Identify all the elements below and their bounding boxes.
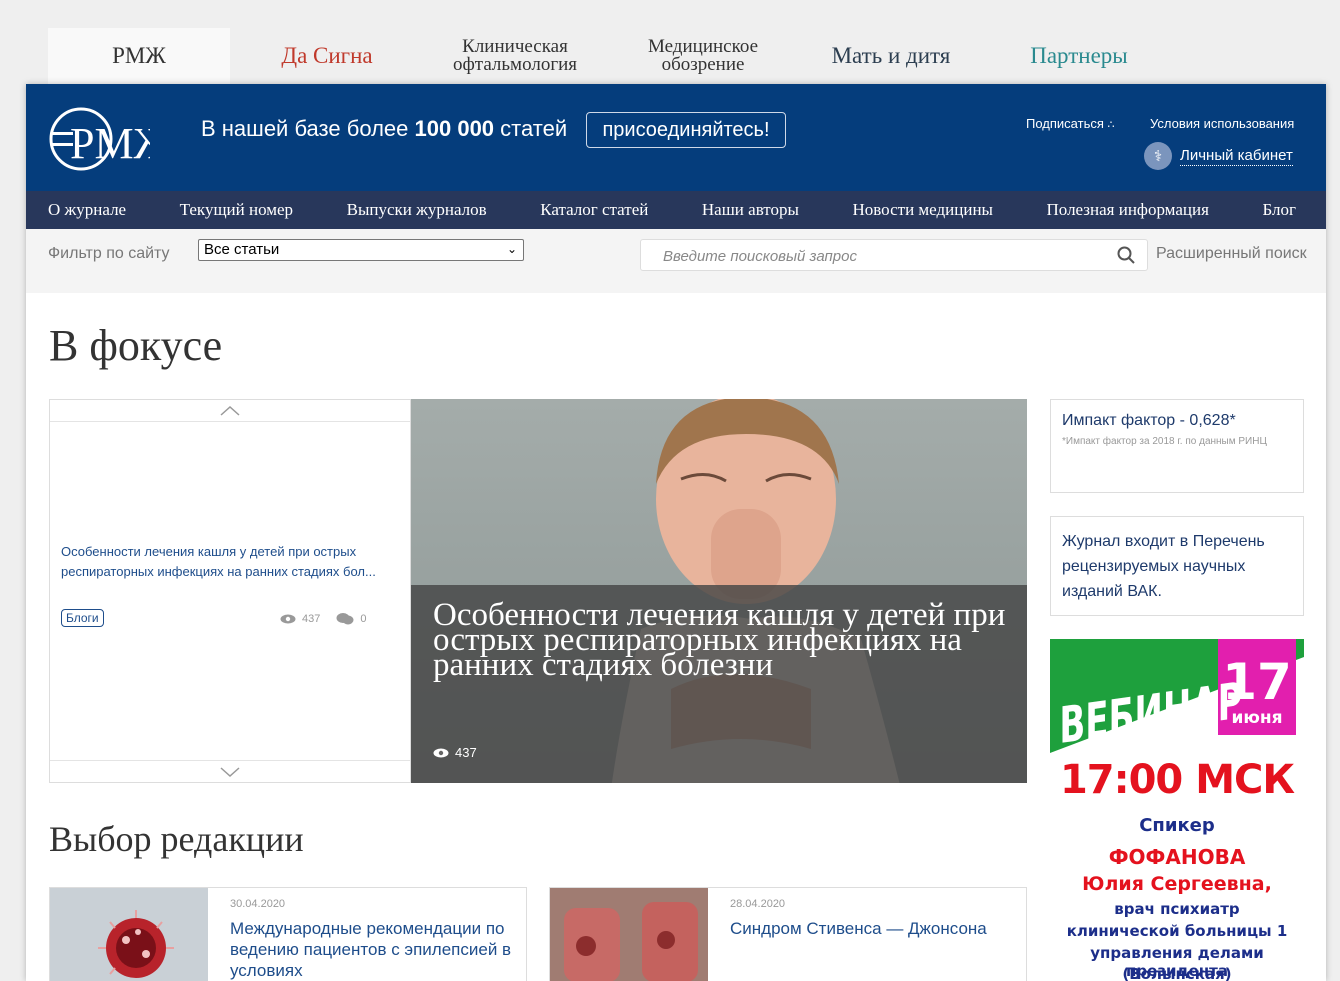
slider-item-title[interactable]: Особенности лечения кашля у детей при ос… <box>61 542 401 582</box>
filter-label: Фильтр по сайту <box>48 245 170 262</box>
filter-select[interactable]: Все статьи ⌄ <box>198 239 524 261</box>
chevron-up-icon <box>220 405 240 416</box>
eye-icon <box>280 614 296 624</box>
chevron-down-icon <box>220 766 240 777</box>
logo-text: РМЖ <box>70 119 150 168</box>
rss-icon: ∴ <box>1107 119 1115 131</box>
focus-heading: В фокусе <box>49 321 223 370</box>
webinar-speaker-surname: ФОФАНОВА <box>1108 845 1246 869</box>
webinar-banner[interactable]: ВЕБИНАР 17 июня 17:00 МСК Спикер ФОФАНОВ… <box>1050 639 1304 981</box>
webinar-speaker-label: Спикер <box>1139 815 1215 836</box>
site-tab-label: Мать и дитя <box>831 43 951 68</box>
site-tab-ophthalmology[interactable]: Клиническая офтальмология <box>424 28 606 84</box>
eye-icon <box>433 748 449 757</box>
nav-item-current-issue[interactable]: Текущий номер <box>180 200 293 220</box>
chevron-down-icon: ⌄ <box>506 242 517 256</box>
nav-item-about[interactable]: О журнале <box>48 200 126 220</box>
site-tabs: РМЖ Да Сигна Клиническая офтальмология М… <box>48 28 1176 84</box>
filter-selected-value: Все статьи <box>204 241 280 258</box>
comments-count: 0 <box>360 613 367 625</box>
caduceus-icon: ⚕ <box>1144 142 1172 170</box>
webinar-time: 17:00 МСК <box>1059 757 1295 803</box>
article-title[interactable]: Международные рекомендации по ведению па… <box>230 918 520 981</box>
article-date: 28.04.2020 <box>730 898 786 910</box>
site-tab-med-review[interactable]: Медицинское обозрение <box>612 28 794 84</box>
webinar-speaker-name: Юлия Сергеевна, <box>1082 873 1272 895</box>
advanced-search-link[interactable]: Расширенный поиск <box>1156 245 1307 263</box>
tag-badge[interactable]: Блоги <box>61 609 104 627</box>
webinar-speaker-line2: клинической больницы 1 <box>1066 922 1288 940</box>
article-card[interactable]: 28.04.2020 Синдром Стивенса — Джонсона <box>549 887 1027 981</box>
promo-prefix: В нашей базе более <box>201 116 409 141</box>
webinar-day: 17 <box>1222 653 1292 711</box>
promo-number: 100 000 <box>414 116 495 141</box>
views-count: 437 <box>455 745 477 760</box>
featured-overlay: Особенности лечения кашля у детей при ос… <box>411 585 1027 783</box>
search-placeholder: Введите поисковый запрос <box>663 248 857 265</box>
impact-factor-title: Импакт фактор - 0,628* <box>1062 412 1236 429</box>
slider-down-button[interactable] <box>50 760 410 782</box>
webinar-month: июня <box>1231 708 1282 728</box>
site-tab-label: Да Сигна <box>281 43 373 68</box>
featured-title[interactable]: Особенности лечения кашля у детей при ос… <box>433 599 1023 682</box>
search-icon[interactable] <box>1117 246 1135 264</box>
search-input[interactable]: Введите поисковый запрос <box>640 239 1148 271</box>
webinar-speaker-line4: (Волынская) <box>1122 965 1232 981</box>
site-tab-label: Партнеры <box>1030 43 1128 68</box>
impact-factor-note: *Импакт фактор за 2018 г. по данным РИНЦ <box>1062 436 1267 447</box>
slider-item-stats: 437 0 <box>280 612 366 626</box>
personal-cabinet-link[interactable]: ⚕ Личный кабинет <box>1144 142 1293 170</box>
subscribe-label: Подписаться <box>1026 116 1104 131</box>
terms-link[interactable]: Условия использования <box>1150 116 1294 131</box>
filter-bar: Фильтр по сайту Все статьи ⌄ Введите пои… <box>26 229 1326 293</box>
site-tab-label: Клиническая офтальмология <box>452 36 578 75</box>
focus-slider-list: Особенности лечения кашля у детей при ос… <box>49 399 411 783</box>
article-title[interactable]: Синдром Стивенса — Джонсона <box>730 918 1020 939</box>
nav-item-blog[interactable]: Блог <box>1262 200 1296 220</box>
promo-suffix: статей <box>500 116 568 141</box>
promo-text: В нашей базе более 100 000 статей <box>201 116 567 142</box>
featured-article[interactable]: Особенности лечения кашля у детей при ос… <box>411 399 1027 783</box>
site-tab-da-signa[interactable]: Да Сигна <box>236 28 418 84</box>
logo[interactable]: РМЖ <box>48 106 150 172</box>
featured-stats: 437 <box>433 745 477 760</box>
article-thumbnail <box>50 888 208 981</box>
site-tab-rmj[interactable]: РМЖ <box>48 28 230 84</box>
editors-choice-heading: Выбор редакции <box>49 819 304 859</box>
slider-up-button[interactable] <box>50 400 410 422</box>
cabinet-label: Личный кабинет <box>1180 146 1293 166</box>
impact-factor-box: Импакт фактор - 0,628* *Импакт фактор за… <box>1050 399 1304 493</box>
main-nav: О журнале Текущий номер Выпуски журналов… <box>26 191 1326 229</box>
nav-item-news[interactable]: Новости медицины <box>852 200 992 220</box>
site-tab-label: РМЖ <box>112 43 166 68</box>
nav-item-useful-info[interactable]: Полезная информация <box>1047 200 1209 220</box>
site-header: РМЖ В нашей базе более 100 000 статей пр… <box>26 84 1326 191</box>
article-date: 30.04.2020 <box>230 898 286 910</box>
article-thumbnail <box>550 888 708 981</box>
site-tab-partners[interactable]: Партнеры <box>988 28 1170 84</box>
webinar-banner-header: ВЕБИНАР 17 июня <box>1050 639 1304 753</box>
vak-text: Журнал входит в Перечень рецензируемых н… <box>1062 533 1265 600</box>
views-count: 437 <box>302 613 321 625</box>
nav-item-catalog[interactable]: Каталог статей <box>540 200 648 220</box>
comment-icon <box>336 613 354 625</box>
nav-item-issues[interactable]: Выпуски журналов <box>347 200 487 220</box>
vak-box: Журнал входит в Перечень рецензируемых н… <box>1050 516 1304 616</box>
site-tab-mother-child[interactable]: Мать и дитя <box>800 28 982 84</box>
site-tab-label: Медицинское обозрение <box>647 36 759 75</box>
page: РМЖ В нашей базе более 100 000 статей пр… <box>26 84 1326 981</box>
join-button[interactable]: присоединяйтесь! <box>586 112 786 148</box>
article-card[interactable]: 30.04.2020 Международные рекомендации по… <box>49 887 527 981</box>
subscribe-link[interactable]: Подписаться ∴ <box>1026 116 1115 131</box>
nav-item-authors[interactable]: Наши авторы <box>702 200 799 220</box>
webinar-speaker-line1: врач психиатр <box>1114 900 1240 918</box>
